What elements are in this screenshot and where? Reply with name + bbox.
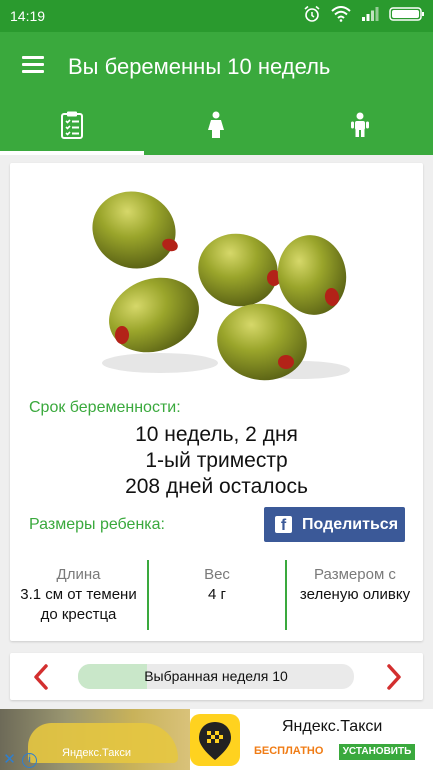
term-value: 10 недель, 2 дня	[135, 423, 298, 446]
ad-banner[interactable]: Яндекс.Такси ✕ i Яндекс.Такси БЕСПЛАТНО …	[0, 709, 433, 770]
menu-icon[interactable]	[22, 56, 44, 74]
tab-indicator	[0, 151, 144, 155]
previous-week-button[interactable]	[27, 662, 57, 692]
week-selector: Выбранная неделя 10	[10, 653, 423, 700]
status-bar: 14:19	[0, 0, 433, 32]
compare-stat: Размером с зеленую оливку	[287, 559, 423, 631]
status-time: 14:19	[10, 8, 46, 24]
signal-icon	[361, 6, 379, 27]
next-week-button[interactable]	[378, 662, 408, 692]
term-label: Срок беременности:	[29, 399, 181, 416]
baby-stats: Длина 3.1 см от темени до крестца Вес 4 …	[10, 559, 423, 631]
yandex-taxi-logo	[190, 714, 240, 766]
battery-icon	[389, 6, 425, 27]
length-stat: Длина 3.1 см от темени до крестца	[10, 559, 147, 631]
status-icons	[303, 5, 425, 28]
facebook-icon: f	[275, 516, 292, 533]
length-title: Длина	[56, 566, 101, 583]
tab-baby[interactable]	[288, 100, 432, 155]
app-bar: Вы беременны 10 недель	[0, 32, 433, 100]
child-icon	[349, 112, 371, 143]
ad-close-icon[interactable]: ✕	[2, 752, 17, 768]
chevron-right-icon	[378, 664, 408, 696]
compare-title: Размером с	[314, 566, 396, 583]
tab-mother[interactable]	[144, 100, 288, 155]
ad-title: Яндекс.Такси	[282, 718, 383, 735]
page-title: Вы беременны 10 недель	[68, 54, 331, 79]
baby-size-label: Размеры ребенка:	[29, 516, 165, 533]
pregnant-woman-icon	[205, 111, 227, 144]
chevron-left-icon	[27, 664, 57, 696]
days-left-value: 208 дней осталось	[125, 475, 308, 498]
ad-image-text: Яндекс.Такси	[62, 747, 131, 759]
alarm-icon	[303, 5, 321, 28]
clipboard-list-icon	[60, 110, 84, 145]
ad-info-icon[interactable]: i	[22, 753, 37, 768]
week-info-card: Срок беременности: 10 недель, 2 дня 1-ый…	[10, 163, 423, 641]
trimester-value: 1-ый триместр	[145, 449, 288, 472]
ad-install-button[interactable]: УСТАНОВИТЬ	[339, 744, 415, 760]
wifi-icon	[331, 5, 351, 27]
weight-title: Вес	[204, 566, 230, 583]
compare-value: зеленую оливку	[299, 586, 411, 603]
share-button-label: Поделиться	[302, 515, 399, 533]
tab-bar	[0, 100, 433, 155]
weight-stat: Вес 4 г	[149, 559, 285, 631]
facebook-share-button[interactable]: f Поделиться	[264, 507, 405, 542]
weight-value: 4 г	[208, 586, 226, 603]
length-value-line1: 3.1 см от темени	[20, 586, 137, 603]
green-olives-illustration	[90, 175, 350, 400]
tab-calendar[interactable]	[0, 100, 144, 155]
week-progress[interactable]: Выбранная неделя 10	[78, 664, 354, 689]
length-value-line2: до крестца	[40, 606, 117, 623]
ad-free-label: БЕСПЛАТНО	[254, 745, 324, 757]
selected-week-label: Выбранная неделя 10	[144, 668, 288, 684]
